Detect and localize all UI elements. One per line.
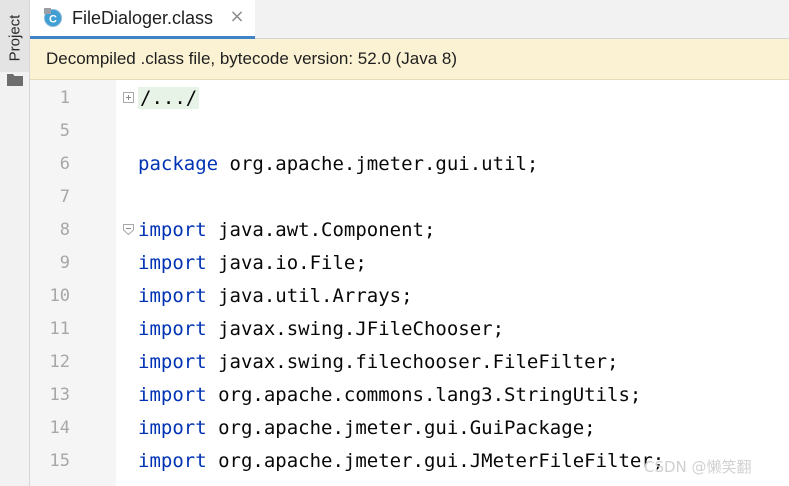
keyword: import xyxy=(138,219,207,241)
keyword: import xyxy=(138,252,207,274)
code-rest: java.util.Arrays; xyxy=(206,285,413,307)
keyword: import xyxy=(138,285,207,307)
code-line[interactable]: 8 import java.awt.Component; xyxy=(30,214,789,247)
code-text: import java.awt.Component; xyxy=(138,214,435,247)
folder-icon[interactable] xyxy=(7,73,23,86)
line-number: 1 xyxy=(59,88,70,108)
tool-window-strip: Project xyxy=(0,0,30,486)
code-rest: javax.swing.JFileChooser; xyxy=(206,318,505,340)
line-number: 15 xyxy=(49,451,70,471)
tab-title: FileDialoger.class xyxy=(72,8,214,28)
editor-tab-bar: C FileDialoger.class × xyxy=(30,0,789,39)
code-text: import org.apache.commons.lang3.StringUt… xyxy=(138,379,641,412)
keyword: import xyxy=(138,417,207,439)
code-line[interactable]: 7 xyxy=(30,181,789,214)
code-line[interactable]: 5 xyxy=(30,115,789,148)
code-line[interactable]: 14 import org.apache.jmeter.gui.GuiPackag… xyxy=(30,412,789,445)
project-label: Project xyxy=(6,14,24,62)
fold-collapse-icon[interactable] xyxy=(123,224,134,235)
code-text: import javax.swing.filechooser.FileFilte… xyxy=(138,346,618,379)
code-line[interactable]: 13 import org.apache.commons.lang3.String… xyxy=(30,379,789,412)
fold-expand-icon[interactable] xyxy=(123,92,134,103)
line-number: 6 xyxy=(59,154,70,174)
folded-region[interactable]: /.../ xyxy=(138,87,200,109)
watermark: CSDN @懒笑翻 xyxy=(644,458,752,476)
code-editor[interactable]: 1 /.../ 5 6 package org.apache.jmeter.gui.ut… xyxy=(30,80,789,486)
code-line[interactable]: 10 import java.util.Arrays; xyxy=(30,280,789,313)
code-rest: javax.swing.filechooser.FileFilter; xyxy=(206,351,619,373)
code-rest: java.awt.Component; xyxy=(206,219,436,241)
code-text: import java.io.File; xyxy=(138,247,367,280)
code-text: package org.apache.jmeter.gui.util; xyxy=(138,148,538,181)
code-rest: org.apache.jmeter.gui.util; xyxy=(218,153,539,175)
code-text: import java.util.Arrays; xyxy=(138,280,413,313)
code-line[interactable]: 6 package org.apache.jmeter.gui.util; xyxy=(30,148,789,181)
code-text: import org.apache.jmeter.gui.JMeterFileF… xyxy=(138,445,664,478)
tab-filedialoger-class[interactable]: C FileDialoger.class × xyxy=(30,0,255,39)
banner-text: Decompiled .class file, bytecode version… xyxy=(46,49,458,68)
keyword: import xyxy=(138,318,207,340)
class-file-icon: C xyxy=(44,8,62,27)
line-number: 14 xyxy=(49,418,70,438)
close-icon[interactable]: × xyxy=(229,7,245,27)
line-number: 8 xyxy=(59,220,70,240)
code-rest: org.apache.jmeter.gui.JMeterFileFilter; xyxy=(206,450,665,472)
line-number: 9 xyxy=(59,253,70,273)
keyword: import xyxy=(138,351,207,373)
line-number: 10 xyxy=(49,286,70,306)
code-line[interactable]: 9 import java.io.File; xyxy=(30,247,789,280)
line-number: 12 xyxy=(49,352,70,372)
code-text: /.../ xyxy=(138,82,200,115)
code-rest: org.apache.commons.lang3.StringUtils; xyxy=(206,384,642,406)
line-number: 5 xyxy=(59,121,70,141)
keyword: import xyxy=(138,384,207,406)
code-rest: org.apache.jmeter.gui.GuiPackage; xyxy=(206,417,596,439)
code-line[interactable]: 1 /.../ xyxy=(30,82,789,115)
code-text: import javax.swing.JFileChooser; xyxy=(138,313,504,346)
line-number: 13 xyxy=(49,385,70,405)
keyword: import xyxy=(138,450,207,472)
code-rest: java.io.File; xyxy=(206,252,367,274)
decompiled-banner: Decompiled .class file, bytecode version… xyxy=(30,39,789,80)
code-line[interactable]: 11 import javax.swing.JFileChooser; xyxy=(30,313,789,346)
code-line[interactable]: 12 import javax.swing.filechooser.FileFil… xyxy=(30,346,789,379)
code-text: import org.apache.jmeter.gui.GuiPackage; xyxy=(138,412,596,445)
keyword: package xyxy=(138,153,219,175)
line-number: 7 xyxy=(59,187,70,207)
class-icon-letter: C xyxy=(49,14,57,26)
line-number: 11 xyxy=(49,319,70,339)
project-tool-window-button[interactable]: Project xyxy=(0,0,29,72)
